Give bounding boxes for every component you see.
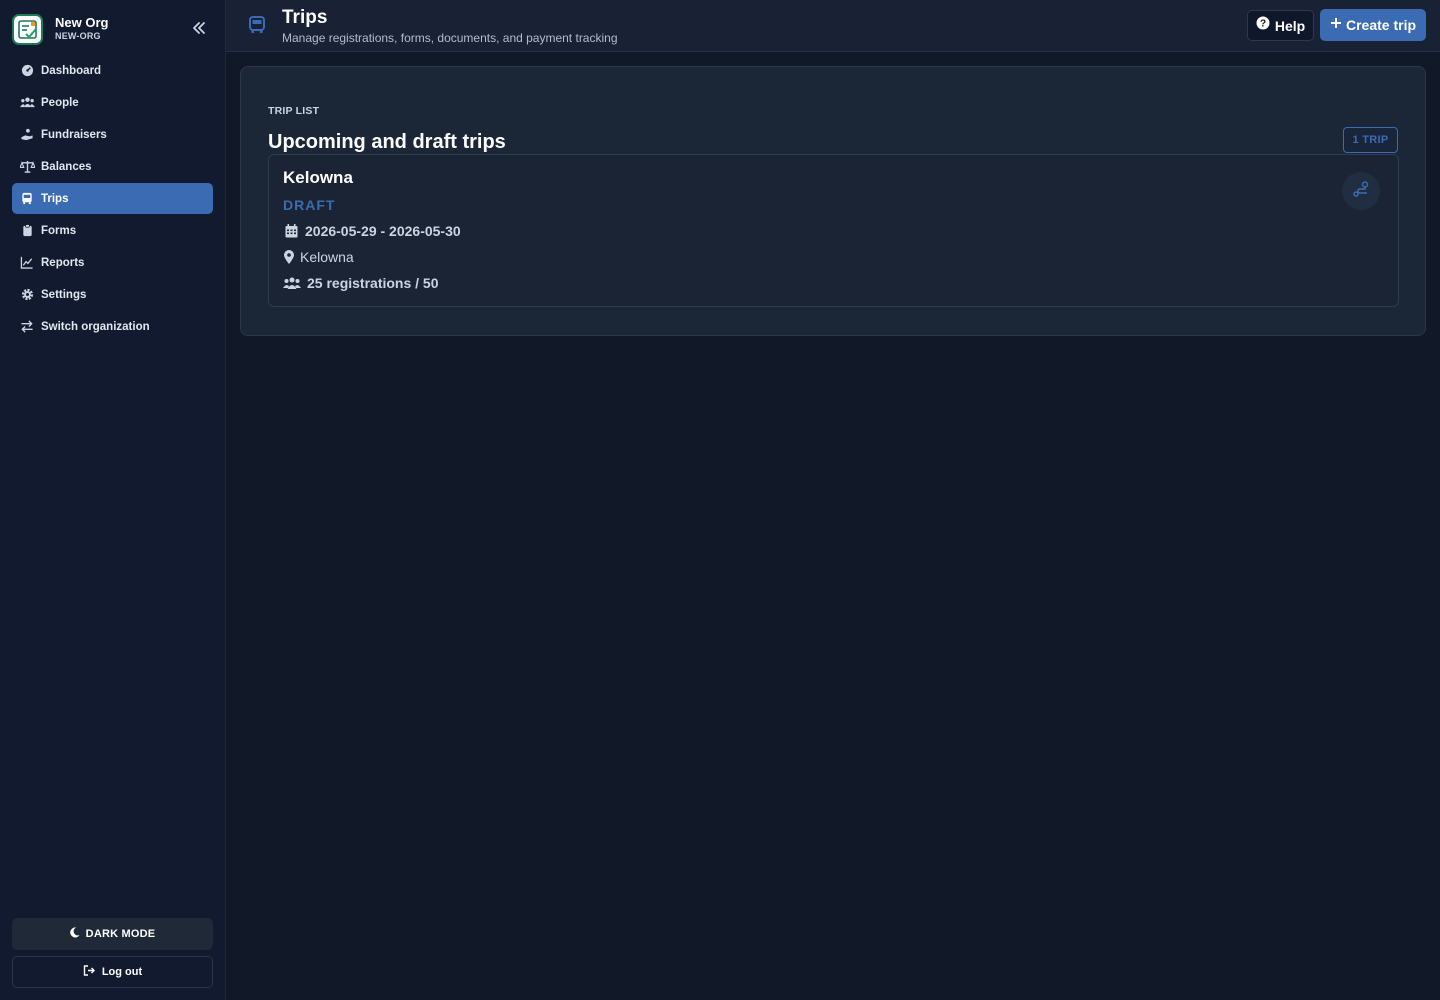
sidebar-item-label: Settings: [41, 288, 87, 301]
sidebar-nav: Dashboard People Fundraisers Balances Tr…: [12, 55, 213, 343]
plus-icon: [1330, 16, 1342, 34]
trip-count-badge: 1 TRIP: [1343, 127, 1398, 153]
hand-holding-icon: [19, 127, 35, 143]
sidebar-item-dashboard[interactable]: Dashboard: [12, 55, 213, 86]
sidebar-item-label: Trips: [41, 192, 69, 205]
org-switcher[interactable]: New Org NEW-ORG: [12, 14, 212, 46]
sidebar: New Org NEW-ORG Dashboard People Fundrai…: [0, 0, 226, 1000]
bus-icon: [249, 16, 267, 34]
route-button[interactable]: [1342, 172, 1380, 210]
create-trip-button[interactable]: Create trip: [1320, 9, 1426, 41]
moon-icon: [69, 925, 80, 943]
sidebar-item-balances[interactable]: Balances: [12, 151, 213, 182]
trip-list-panel: TRIP LIST Upcoming and draft trips 1 TRI…: [240, 66, 1426, 336]
logout-button[interactable]: Log out: [12, 956, 213, 988]
sidebar-item-settings[interactable]: Settings: [12, 279, 213, 310]
help-button[interactable]: ? Help: [1247, 10, 1314, 41]
trip-registrations: 25 registrations / 50: [283, 275, 439, 291]
logout-label: Log out: [101, 966, 143, 978]
gauge-icon: [19, 63, 35, 79]
sidebar-item-trips[interactable]: Trips: [12, 183, 213, 214]
users-icon: [283, 275, 301, 291]
svg-text:?: ?: [1260, 19, 1266, 30]
org-slug: NEW-ORG: [55, 31, 101, 41]
sidebar-item-switch-organization[interactable]: Switch organization: [12, 311, 213, 342]
org-name: New Org: [55, 15, 109, 30]
trip-name: Kelowna: [283, 168, 353, 187]
dark-mode-label: DARK MODE: [85, 928, 156, 940]
switch-arrows-icon: [19, 319, 35, 335]
trip-dates: 2026-05-29 - 2026-05-30: [283, 223, 461, 239]
sidebar-item-label: Dashboard: [41, 64, 102, 77]
page-title: Trips: [282, 7, 328, 28]
trip-dates-text: 2026-05-29 - 2026-05-30: [305, 223, 461, 239]
sidebar-item-label: Reports: [41, 256, 85, 269]
page-header: Trips Manage registrations, forms, docum…: [226, 0, 1440, 52]
sidebar-item-label: People: [41, 96, 79, 109]
sidebar-item-forms[interactable]: Forms: [12, 215, 213, 246]
scale-icon: [19, 159, 35, 175]
trip-card[interactable]: Kelowna DRAFT 2026-05-29 - 2026-05-30 Ke…: [268, 154, 1399, 307]
sidebar-item-people[interactable]: People: [12, 87, 213, 118]
status-badge: DRAFT: [283, 197, 336, 213]
sidebar-item-label: Forms: [41, 224, 77, 237]
page-subtitle: Manage registrations, forms, documents, …: [282, 31, 618, 45]
dark-mode-toggle[interactable]: DARK MODE: [12, 918, 213, 950]
gear-icon: [19, 287, 35, 303]
question-circle-icon: ?: [1256, 16, 1270, 35]
trip-registrations-text: 25 registrations / 50: [307, 275, 439, 291]
sidebar-item-label: Fundraisers: [41, 128, 107, 141]
sidebar-item-reports[interactable]: Reports: [12, 247, 213, 278]
logout-icon: [83, 963, 96, 981]
sidebar-item-fundraisers[interactable]: Fundraisers: [12, 119, 213, 150]
users-icon: [19, 95, 35, 111]
org-logo: [12, 14, 43, 45]
create-trip-label: Create trip: [1345, 17, 1417, 33]
section-title: Upcoming and draft trips: [268, 131, 506, 153]
help-label: Help: [1274, 17, 1306, 34]
sidebar-item-label: Switch organization: [41, 320, 150, 333]
collapse-sidebar-icon[interactable]: [190, 19, 208, 37]
map-pin-icon: [283, 249, 294, 265]
calendar-icon: [283, 223, 299, 239]
section-eyebrow: TRIP LIST: [268, 105, 320, 117]
sidebar-item-label: Balances: [41, 160, 92, 173]
chart-line-icon: [19, 255, 35, 271]
bus-icon: [19, 191, 35, 207]
trip-location: Kelowna: [283, 249, 354, 265]
trip-location-text: Kelowna: [300, 249, 354, 265]
clipboard-icon: [19, 223, 35, 239]
route-icon: [1352, 180, 1370, 202]
